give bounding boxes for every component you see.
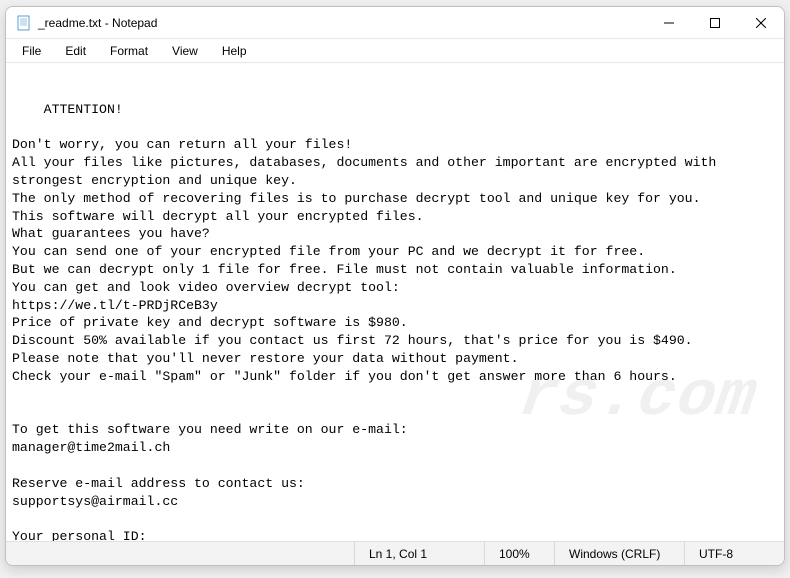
menu-edit[interactable]: Edit (55, 42, 96, 60)
menubar: File Edit Format View Help (6, 39, 784, 63)
menu-format[interactable]: Format (100, 42, 158, 60)
window-title: _readme.txt - Notepad (38, 16, 157, 30)
status-line-ending: Windows (CRLF) (554, 542, 684, 565)
menu-help[interactable]: Help (212, 42, 257, 60)
close-button[interactable] (738, 7, 784, 38)
maximize-button[interactable] (692, 7, 738, 38)
watermark-text: rs.com (513, 355, 762, 441)
minimize-button[interactable] (646, 7, 692, 38)
window-controls (646, 7, 784, 38)
menu-view[interactable]: View (162, 42, 208, 60)
statusbar: Ln 1, Col 1 100% Windows (CRLF) UTF-8 (6, 541, 784, 565)
menu-file[interactable]: File (12, 42, 51, 60)
status-encoding: UTF-8 (684, 542, 784, 565)
text-editor[interactable]: rs.com ATTENTION! Don't worry, you can r… (6, 63, 784, 541)
notepad-icon (16, 15, 32, 31)
status-position: Ln 1, Col 1 (354, 542, 484, 565)
document-text: ATTENTION! Don't worry, you can return a… (12, 102, 724, 541)
status-zoom: 100% (484, 542, 554, 565)
notepad-window: _readme.txt - Notepad File Edit Format V… (5, 6, 785, 566)
titlebar: _readme.txt - Notepad (6, 7, 784, 39)
